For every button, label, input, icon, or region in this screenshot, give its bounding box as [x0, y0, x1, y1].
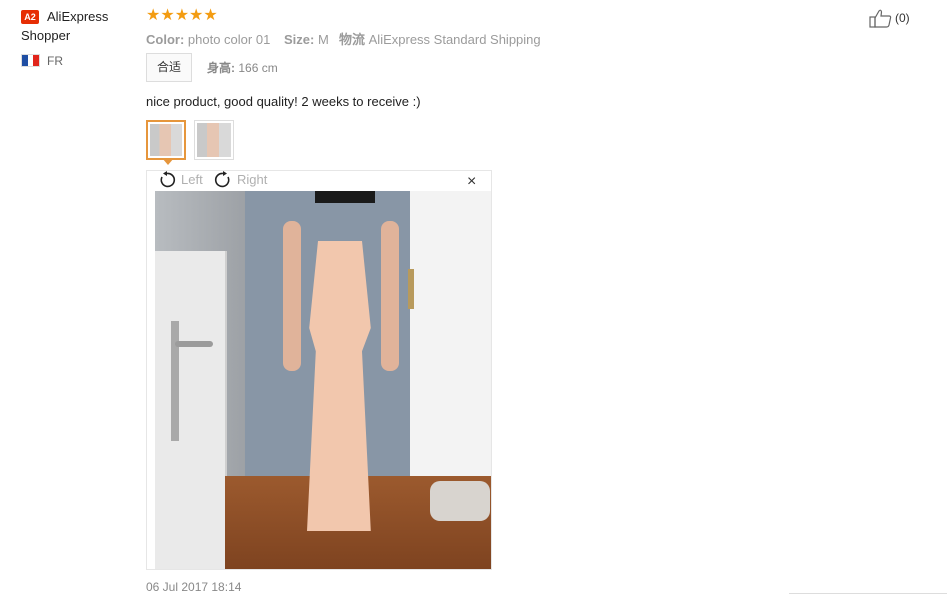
height-label: 身高:: [207, 61, 235, 75]
flag-icon: [21, 54, 40, 67]
country-code: FR: [47, 54, 63, 68]
shipping-value: AliExpress Standard Shipping: [368, 32, 541, 47]
review-date: 06 Jul 2017 18:14: [146, 580, 242, 594]
attr-shipping: 物流 AliExpress Standard Shipping: [339, 32, 541, 47]
active-thumbnail-pointer: [162, 158, 174, 165]
size-value: M: [317, 32, 329, 47]
size-label: Size:: [284, 32, 315, 47]
thumbs-up-icon[interactable]: [869, 8, 893, 28]
helpful-count[interactable]: (0): [895, 11, 910, 25]
rotate-right-button[interactable]: Right: [237, 172, 267, 188]
fit-tag: 合适: [146, 53, 192, 82]
reviewer-name: AliExpress: [47, 9, 109, 24]
level-badge: A2: [21, 10, 39, 24]
color-value: photo color 01: [187, 32, 271, 47]
attr-color: Color: photo color 01: [146, 32, 270, 47]
rotate-left-button[interactable]: Left: [181, 172, 203, 188]
photo-thumbnail[interactable]: [146, 120, 186, 160]
feedback-text: nice product, good quality! 2 weeks to r…: [146, 94, 421, 109]
divider: [789, 593, 947, 594]
close-viewer-button[interactable]: ×: [467, 174, 476, 190]
rotate-left-icon[interactable]: [158, 171, 176, 189]
color-label: Color:: [146, 32, 185, 47]
reviewer-height: 身高: 166 cm: [207, 61, 278, 75]
reviewer-name-line2: Shopper: [21, 28, 71, 43]
height-value: 166 cm: [238, 61, 278, 75]
attr-size: Size: M: [284, 32, 329, 47]
photo-thumbnail[interactable]: [194, 120, 234, 160]
review-photo: [155, 191, 491, 569]
rotate-right-icon[interactable]: [214, 171, 232, 189]
shipping-label: 物流: [339, 32, 366, 47]
rating-stars: ★★★★★: [146, 7, 218, 24]
